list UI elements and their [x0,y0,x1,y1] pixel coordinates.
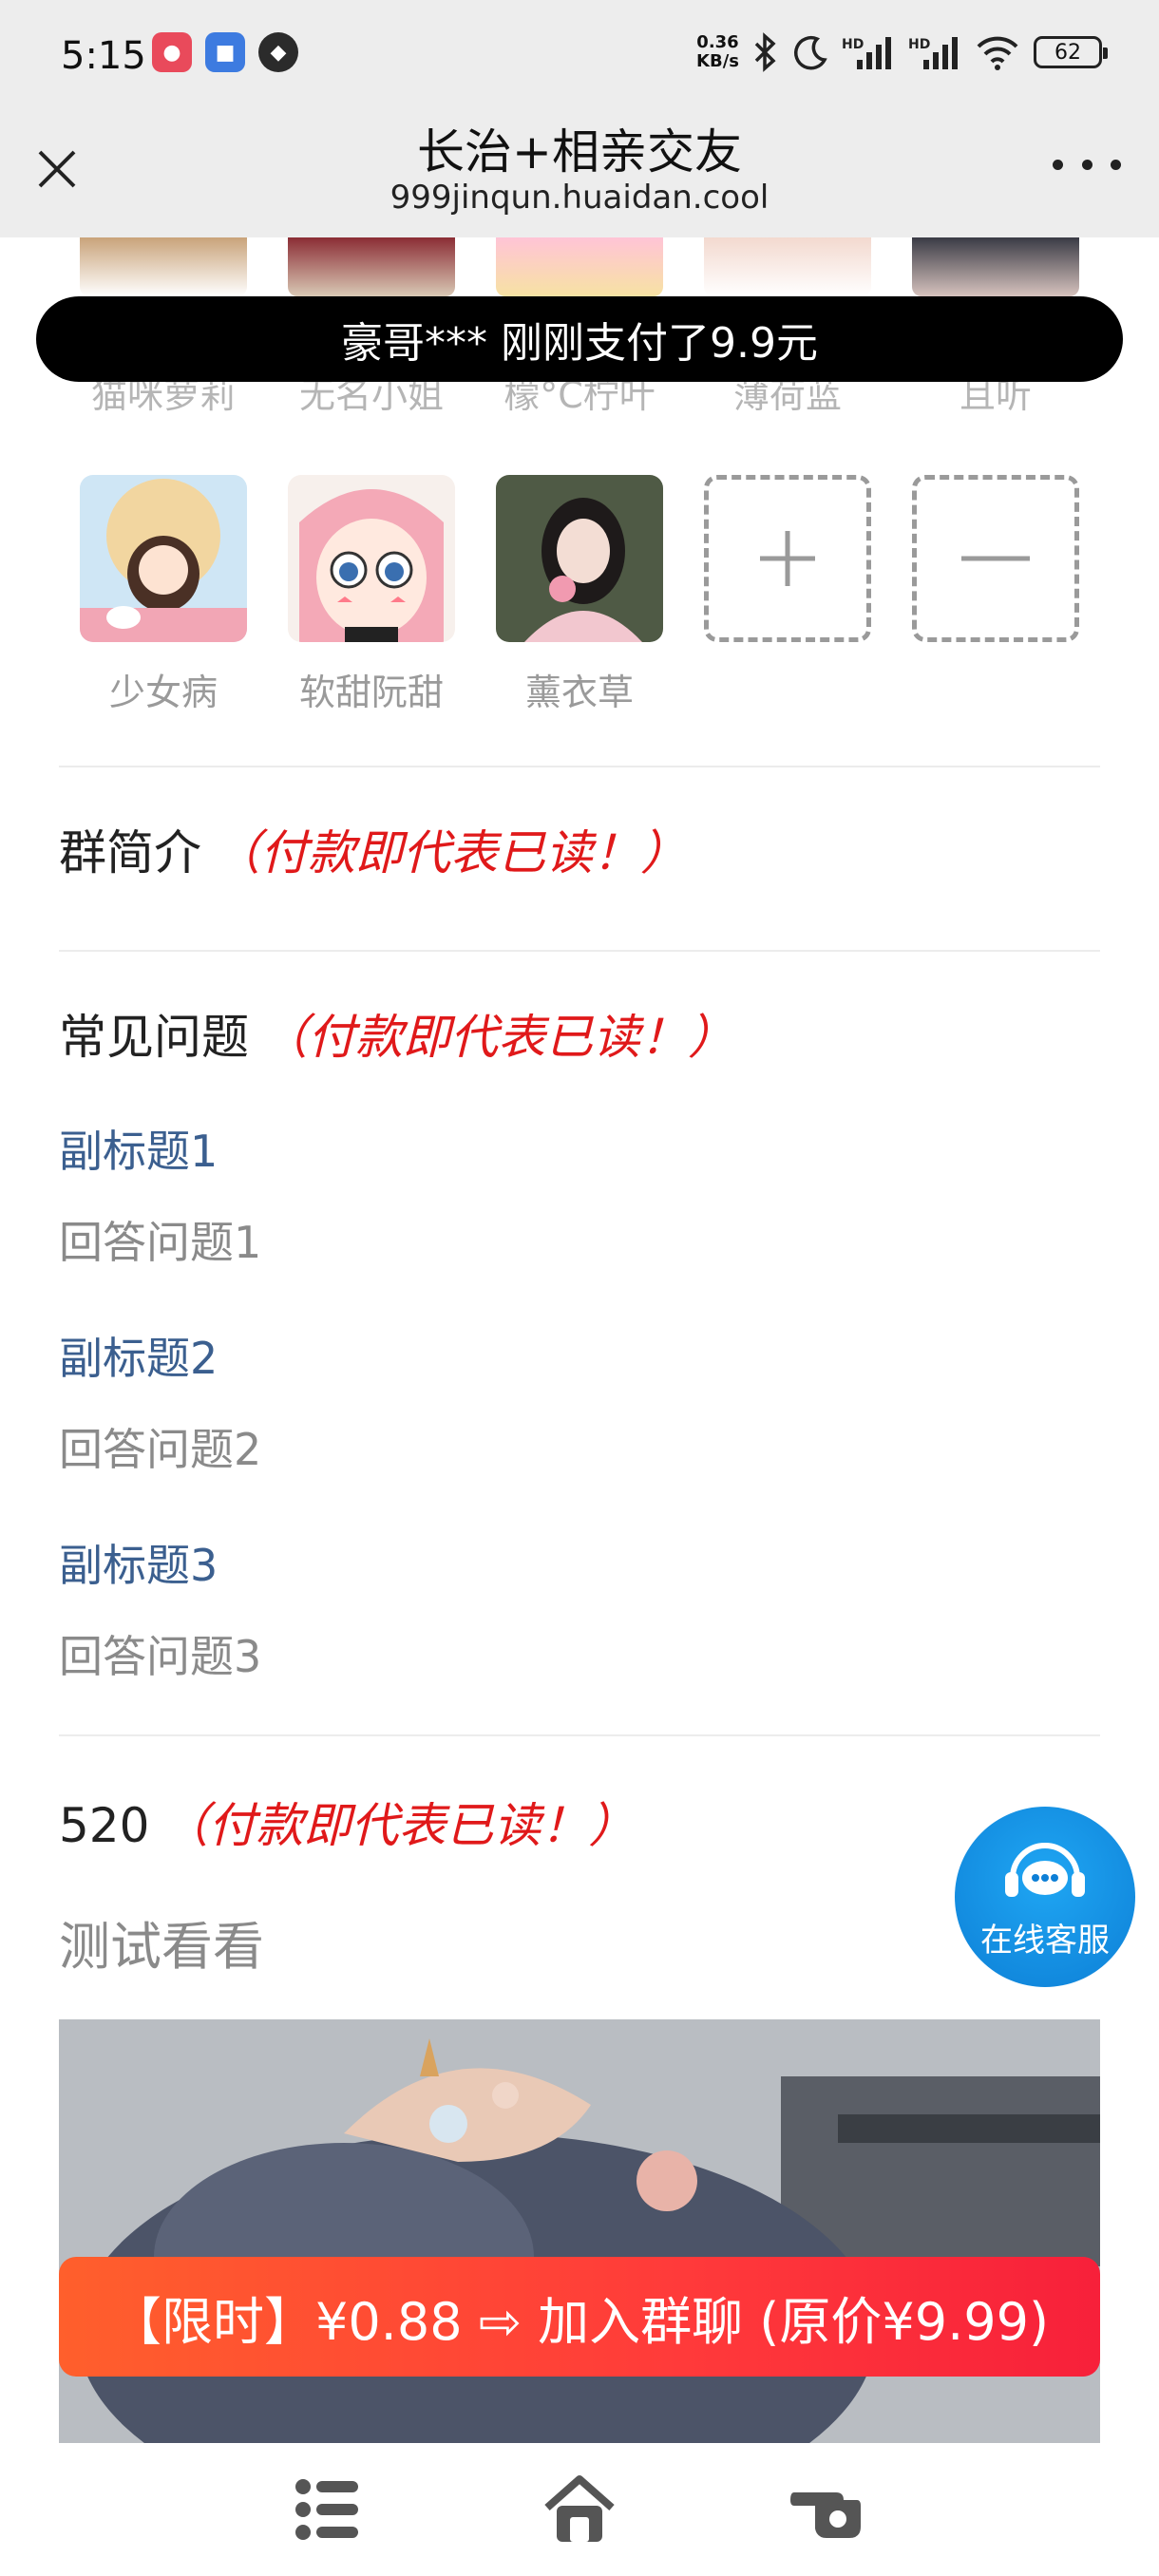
member[interactable]: 软甜阮甜 [288,475,455,715]
battery-indicator: 62 [1034,36,1108,68]
read-notice: （付款即代表已读！） [161,1798,636,1853]
online-service-button[interactable]: 在线客服 [955,1807,1135,1987]
member[interactable]: 猫咪萝莉 [80,237,247,416]
member-name: 软甜阮甜 [298,672,444,713]
faq-answer: 回答问题1 [59,1217,262,1268]
read-notice: （付款即代表已读！） [213,825,688,881]
member-name: 少女病 [108,672,218,713]
home-icon[interactable] [542,2472,618,2548]
list-icon[interactable] [290,2472,366,2548]
app-notification-icon: ■ [205,32,245,72]
svg-text:HD: HD [908,37,930,52]
join-group-button[interactable]: 【限时】¥0.88 ⇨ 加入群聊 (原价¥9.99) [59,2257,1100,2377]
faq-answer: 回答问题2 [59,1424,262,1475]
cellular-signal-icon: HD [842,37,891,69]
more-icon[interactable] [1053,150,1121,179]
bluetooth-icon [754,32,776,72]
member[interactable]: 且听 [912,237,1079,416]
status-indicators: 0.36 KB/s HD HD 62 [696,32,1108,72]
do-not-disturb-moon-icon [794,35,827,70]
faq-answer: 回答问题3 [59,1631,262,1682]
payment-toast: 豪哥*** 刚刚支付了9.9元 [36,296,1123,382]
member-avatar [288,237,455,296]
member[interactable]: 薰衣草 [496,475,663,715]
content-photo [59,2019,1100,2443]
plus-icon [760,531,815,586]
title-bar: 长治+相亲交友 999jinqun.huaidan.cool [0,114,1159,237]
svg-text:HD: HD [842,37,864,52]
member-avatar [704,237,871,296]
faq-question: 副标题2 [59,1333,218,1384]
network-speed: 0.36 KB/s [696,32,739,71]
member-avatar [80,237,247,296]
faq-question: 副标题1 [59,1126,218,1177]
member-avatar [288,475,455,642]
hand-point-icon[interactable] [788,2472,864,2548]
intro-section-title: 群简介 （付款即代表已读！） [59,825,688,881]
member-avatar [80,475,247,642]
member-name: 薰衣草 [524,672,634,713]
notification-icons: ● ■ ◆ [152,32,298,72]
divider [59,1734,1100,1736]
add-member-slot[interactable] [704,475,871,642]
wifi-icon [977,36,1018,70]
online-service-label: 在线客服 [980,1921,1110,1960]
read-notice: （付款即代表已读！） [260,1010,735,1065]
member[interactable]: 薄荷蓝 [704,237,871,416]
member-avatar [496,237,663,296]
app-notification-icon: ● [152,32,192,72]
qq-penguin-icon: ◆ [258,32,298,72]
status-bar: 5:15 ● ■ ◆ 0.36 KB/s HD HD 62 [0,0,1159,114]
faq-section-title: 常见问题 （付款即代表已读！） [59,1010,735,1065]
member[interactable]: 无名小姐 [288,237,455,416]
page-title: 长治+相亲交友 [417,124,742,180]
minus-icon [961,556,1030,561]
bottom-nav [0,2443,1159,2576]
member[interactable]: 少女病 [80,475,247,715]
cellular-signal-icon: HD [908,37,958,69]
member-grid-row: 少女病 软甜阮甜 薰衣草 [0,475,1159,722]
page-url: 999jinqun.huaidan.cool [390,179,770,217]
divider [59,950,1100,952]
add-member-button[interactable] [704,475,871,642]
member-avatar [496,475,663,642]
divider [59,766,1100,767]
remove-member-slot[interactable] [912,475,1079,642]
member[interactable]: 檬°C柠叶 [496,237,663,416]
member-avatar [912,237,1079,296]
remove-member-button[interactable] [912,475,1079,642]
extra-section-title: 520 （付款即代表已读！） [59,1798,636,1853]
status-time: 5:15 [61,34,146,78]
extra-section-body: 测试看看 [59,1917,264,1977]
faq-question: 副标题3 [59,1540,218,1591]
headset-chat-icon [1005,1842,1085,1897]
